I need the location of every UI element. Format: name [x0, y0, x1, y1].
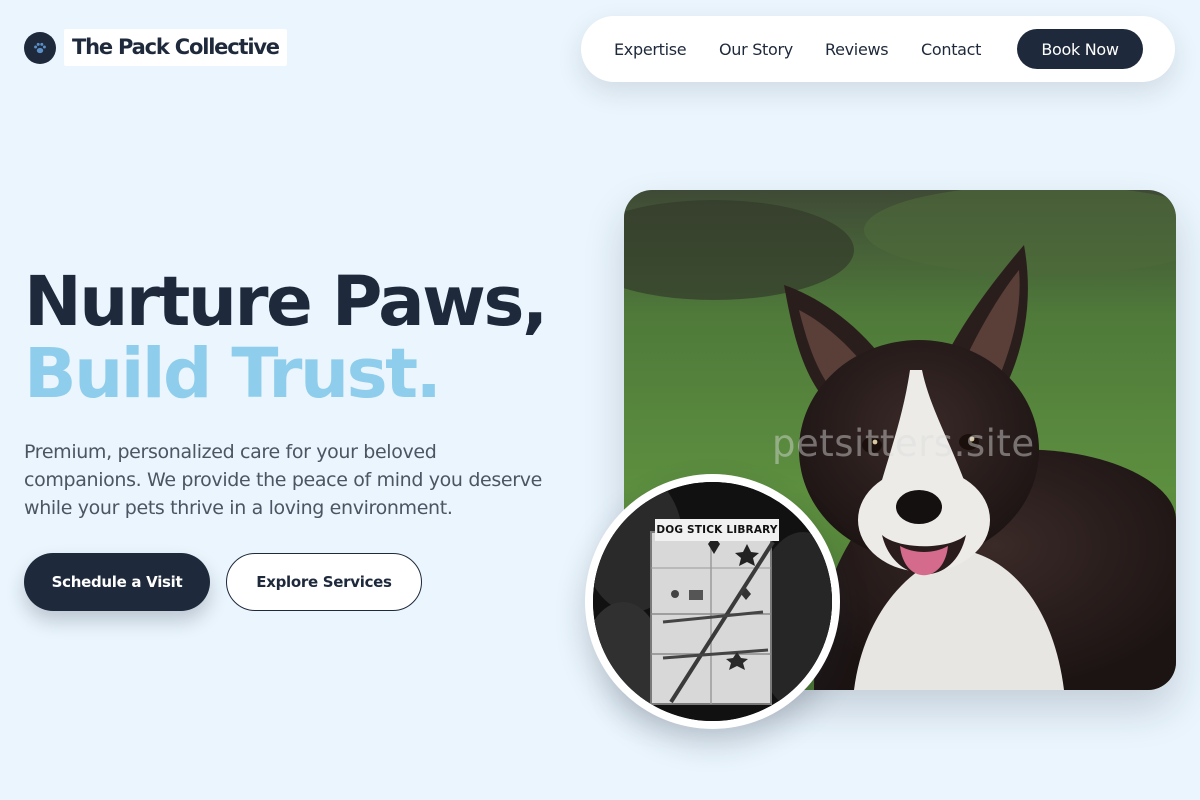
dog-stick-library-photo: DOG STICK LIBRARY: [593, 482, 832, 721]
schedule-visit-button[interactable]: Schedule a Visit: [24, 553, 210, 611]
book-now-button[interactable]: Book Now: [1017, 29, 1143, 69]
nav-link-our-story[interactable]: Our Story: [719, 40, 793, 59]
brand-logo[interactable]: The Pack Collective: [24, 29, 287, 66]
photo-watermark: petsitters.site: [772, 422, 1035, 465]
nav-link-reviews[interactable]: Reviews: [825, 40, 889, 59]
inset-sign-text: DOG STICK LIBRARY: [655, 519, 779, 541]
explore-services-button[interactable]: Explore Services: [226, 553, 422, 611]
hero-title-line-1: Nurture Paws,: [24, 262, 548, 342]
main-nav: Expertise Our Story Reviews Contact Book…: [581, 16, 1175, 82]
hero-title-line-2: Build Trust.: [24, 334, 442, 414]
hero-description: Premium, personalized care for your belo…: [24, 441, 542, 519]
nav-link-contact[interactable]: Contact: [921, 40, 981, 59]
nav-link-expertise[interactable]: Expertise: [614, 40, 687, 59]
paw-icon: [24, 31, 56, 64]
brand-name: The Pack Collective: [64, 29, 287, 66]
inset-photo-frame: DOG STICK LIBRARY: [585, 474, 840, 729]
hero-title: Nurture Paws, Build Trust.: [24, 262, 548, 414]
